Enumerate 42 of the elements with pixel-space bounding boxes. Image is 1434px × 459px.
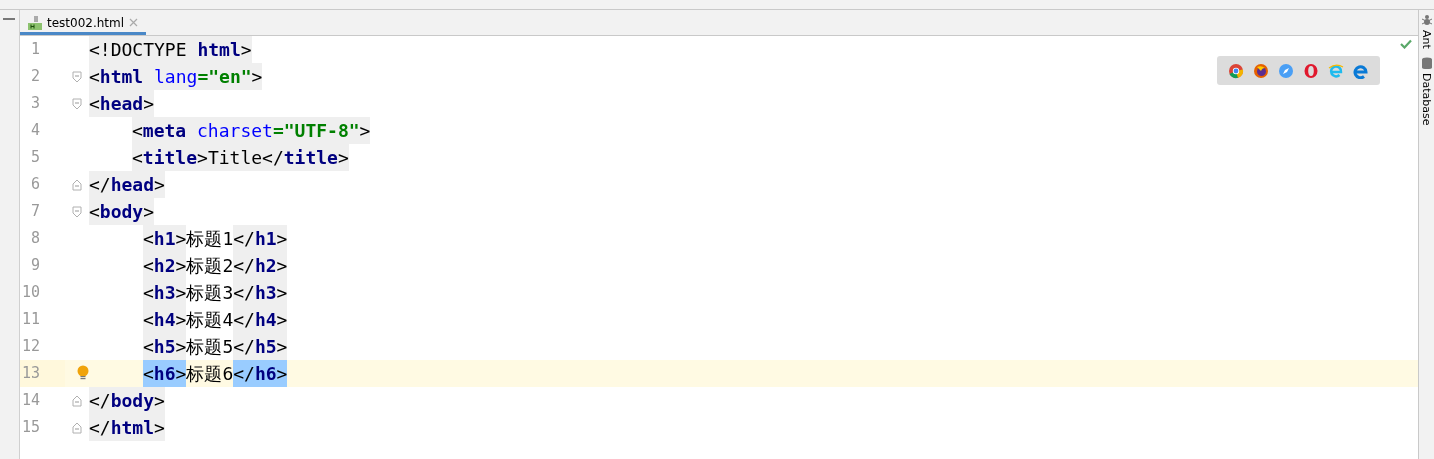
code-line: <h2>标题2</h2>: [143, 252, 288, 279]
fold-icon[interactable]: [72, 205, 82, 218]
firefox-icon[interactable]: [1252, 62, 1269, 79]
check-icon: [1400, 39, 1412, 49]
e-icon[interactable]: [1328, 62, 1345, 79]
code-line: <h3>标题3</h3>: [143, 279, 288, 306]
fold-icon[interactable]: [72, 421, 82, 434]
close-icon[interactable]: [129, 18, 139, 27]
line-number: 1: [29, 39, 41, 60]
tool-window-button[interactable]: Database: [1420, 56, 1433, 126]
html-file-icon: [28, 15, 42, 30]
code-line: <title>Title</title>: [132, 144, 349, 171]
line-number: 10: [20, 282, 41, 303]
chrome-icon[interactable]: [1227, 62, 1244, 79]
code-line: <h5>标题5</h5>: [143, 333, 288, 360]
line-number: 15: [20, 417, 41, 438]
line-number: 6: [29, 174, 41, 195]
code-line: <h1>标题1</h1>: [143, 225, 288, 252]
line-number: 13: [20, 360, 65, 387]
line-number: 11: [20, 309, 41, 330]
lightbulb-icon[interactable]: [77, 365, 89, 381]
line-number: 4: [29, 120, 41, 141]
edge-icon[interactable]: [1353, 62, 1370, 79]
code-line: <h4>标题4</h4>: [143, 306, 288, 333]
database-icon: [1420, 56, 1433, 69]
tool-window-button[interactable]: Ant: [1420, 14, 1433, 49]
compass-icon[interactable]: [1277, 62, 1294, 79]
line-number: 12: [20, 336, 41, 357]
fold-icon[interactable]: [72, 394, 82, 407]
opera-icon[interactable]: [1303, 62, 1320, 79]
line-number: 7: [29, 201, 41, 222]
fold-icon[interactable]: [72, 97, 82, 110]
code-line: <h6>标题6</h6>: [143, 360, 288, 387]
line-number: 9: [29, 255, 41, 276]
line-number: 8: [29, 228, 41, 249]
fold-icon[interactable]: [72, 178, 82, 191]
fold-icon[interactable]: [72, 70, 82, 83]
ant-icon: [1420, 14, 1433, 26]
line-number: 3: [29, 93, 41, 114]
line-number: 14: [20, 390, 41, 411]
line-number: 2: [29, 66, 41, 87]
line-number: 5: [29, 147, 41, 168]
